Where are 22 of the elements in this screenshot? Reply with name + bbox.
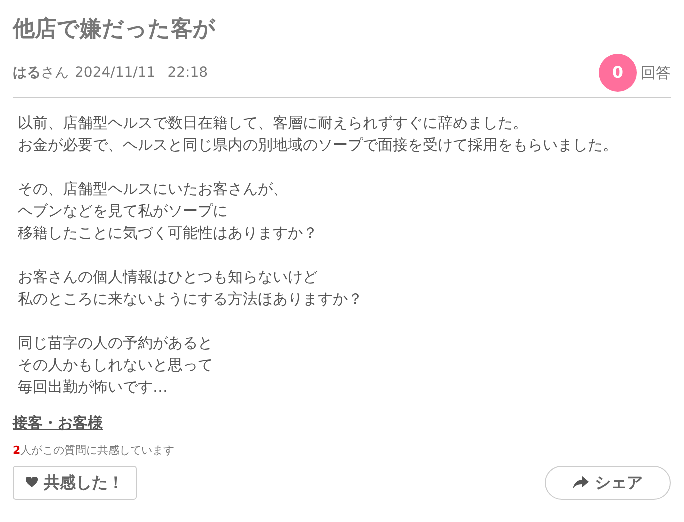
body-text-line: 同じ苗字の人の予約があると [18,333,214,354]
body-text-line: 移籍したことに気づく可能性はありますか？ [18,223,319,244]
body-text-line: お金が必要で、ヘルスと同じ県内の別地域のソープで面接を受けて採用をもらいました。 [18,135,619,156]
post-time: 22:18 [168,64,208,82]
body-text-line: 毎回出勤が怖いです… [18,377,169,398]
empathy-count-text: 2人がこの質問に共感しています [13,443,176,459]
answer-count-badge: 0 [599,54,637,92]
body-text-line: お客さんの個人情報はひとつも知らないけど [18,267,319,288]
answer-label: 回答 [641,62,671,84]
empathize-button[interactable]: 共感した！ [13,466,137,500]
heart-icon [26,477,38,488]
share-arrow-icon [573,476,589,489]
body-text-line: 私のところに来ないようにする方法ほありますか？ [18,289,364,310]
category-link[interactable]: 接客・お客様 [13,412,103,434]
author-name: はる さん [13,64,69,82]
post-date: 2024/11/11 [75,64,156,82]
body-text-line: ヘブンなどを見て私がソープに [18,201,229,222]
body-text-line: その人かもしれないと思って [18,355,214,376]
body-text-line: その、店舗型ヘルスにいたお客さんが、 [18,179,289,200]
share-button[interactable]: シェア [545,466,671,500]
question-title: 他店で嫌だった客が [13,16,217,44]
body-text-line: 以前、店舗型ヘルスで数日在籍して、客層に耐えられずすぐに辞めました。 [18,113,529,134]
